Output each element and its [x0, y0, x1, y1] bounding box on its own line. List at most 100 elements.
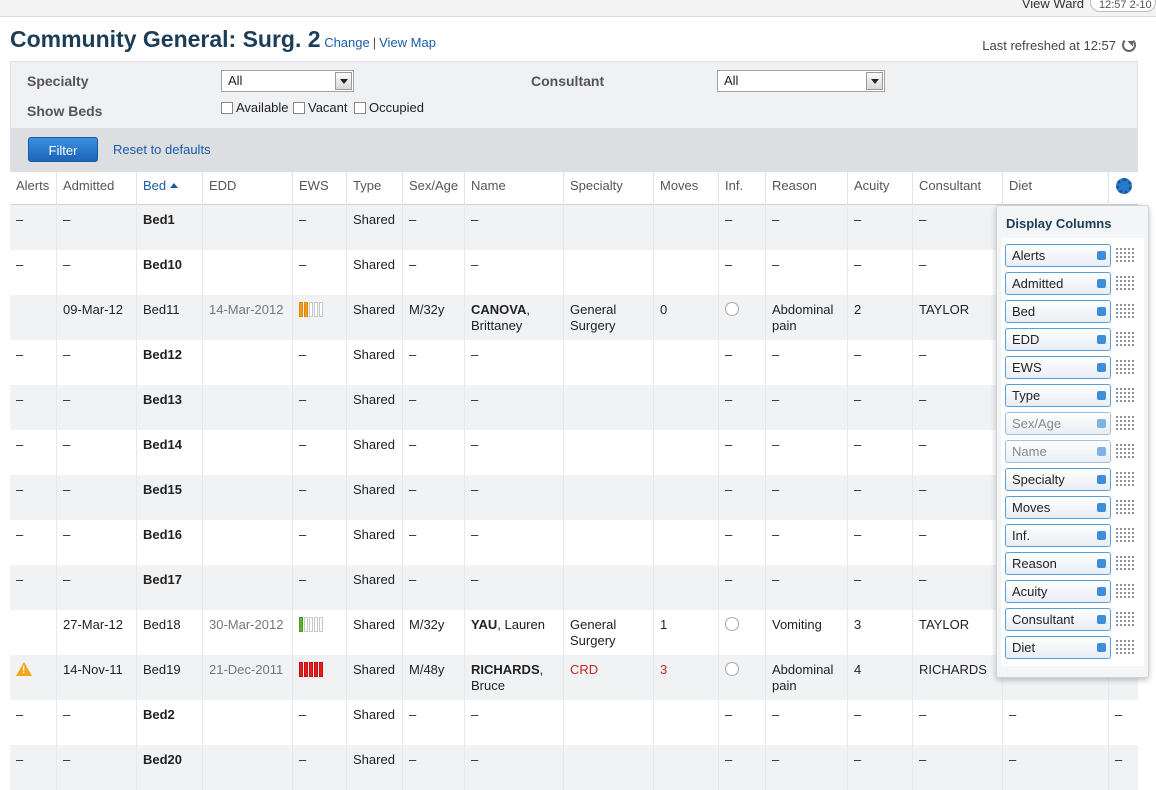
- column-header-consultant[interactable]: Consultant: [913, 172, 1003, 205]
- display-column-toggle-reason[interactable]: Reason: [1005, 552, 1111, 575]
- display-column-toggle-admitted[interactable]: Admitted: [1005, 272, 1111, 295]
- display-column-toggle-ews[interactable]: EWS: [1005, 356, 1111, 379]
- cell-value: –: [919, 707, 927, 722]
- checkbox-available[interactable]: Available: [221, 100, 289, 115]
- cell-alert: –: [10, 475, 57, 520]
- table-row[interactable]: – – Bed10– Shared – – – – – –: [10, 250, 1138, 295]
- ews-bar: [304, 302, 308, 317]
- toggle-icon[interactable]: [1097, 587, 1106, 596]
- column-header-diet[interactable]: Diet: [1003, 172, 1109, 205]
- toggle-icon[interactable]: [1097, 279, 1106, 288]
- table-row[interactable]: – – Bed20– Shared – – – – – – – –: [10, 745, 1138, 790]
- filter-button[interactable]: Filter: [28, 137, 98, 162]
- toggle-icon[interactable]: [1097, 447, 1106, 456]
- cell-value: –: [409, 257, 417, 272]
- drag-handle-icon[interactable]: [1115, 275, 1135, 291]
- view-ward-link[interactable]: View Ward: [1022, 0, 1084, 11]
- display-column-toggle-inf[interactable]: Inf.: [1005, 524, 1111, 547]
- toggle-icon[interactable]: [1097, 307, 1106, 316]
- column-header-bed[interactable]: Bed: [137, 172, 203, 205]
- drag-handle-icon[interactable]: [1115, 611, 1135, 627]
- column-header-type[interactable]: Type: [347, 172, 403, 205]
- cell-value: –: [63, 572, 71, 587]
- cell-value: –: [299, 752, 307, 767]
- refresh-icon[interactable]: [1122, 38, 1136, 52]
- toggle-icon[interactable]: [1097, 363, 1106, 372]
- table-row[interactable]: – – Bed15– Shared – – – – – –: [10, 475, 1138, 520]
- display-column-toggle-sexage[interactable]: Sex/Age: [1005, 412, 1111, 435]
- change-link[interactable]: Change: [324, 35, 370, 50]
- cell-specialty: [564, 565, 654, 610]
- toggle-icon[interactable]: [1097, 643, 1106, 652]
- table-row[interactable]: 09-Mar-12 Bed11 14-Mar-2012 Shared M/32y CANO…: [10, 295, 1138, 340]
- display-column-toggle-edd[interactable]: EDD: [1005, 328, 1111, 351]
- reset-to-defaults-link[interactable]: Reset to defaults: [113, 142, 211, 157]
- table-row[interactable]: – – Bed14– Shared – – – – – –: [10, 430, 1138, 475]
- toggle-icon[interactable]: [1097, 615, 1106, 624]
- gear-icon[interactable]: [1116, 178, 1132, 194]
- column-header-name[interactable]: Name: [465, 172, 564, 205]
- drag-handle-icon[interactable]: [1115, 471, 1135, 487]
- checkbox-box[interactable]: [354, 102, 366, 114]
- display-column-toggle-alerts[interactable]: Alerts: [1005, 244, 1111, 267]
- drag-handle-icon[interactable]: [1115, 303, 1135, 319]
- display-column-toggle-moves[interactable]: Moves: [1005, 496, 1111, 519]
- display-column-toggle-consultant[interactable]: Consultant: [1005, 608, 1111, 631]
- toggle-icon[interactable]: [1097, 251, 1106, 260]
- specialty-select[interactable]: All: [221, 70, 354, 92]
- table-row[interactable]: – – Bed1– Shared – – – – – –: [10, 205, 1138, 250]
- last-refreshed-text: Last refreshed at 12:57: [982, 38, 1116, 53]
- column-header-admitted[interactable]: Admitted: [57, 172, 137, 205]
- toggle-icon[interactable]: [1097, 391, 1106, 400]
- display-column-toggle-acuity[interactable]: Acuity: [1005, 580, 1111, 603]
- toggle-icon[interactable]: [1097, 419, 1106, 428]
- column-header-edd[interactable]: EDD: [203, 172, 293, 205]
- drag-handle-icon[interactable]: [1115, 331, 1135, 347]
- drag-handle-icon[interactable]: [1115, 499, 1135, 515]
- checkbox-occupied[interactable]: Occupied: [354, 100, 424, 115]
- drag-handle-icon[interactable]: [1115, 555, 1135, 571]
- toggle-icon[interactable]: [1097, 531, 1106, 540]
- display-column-toggle-diet[interactable]: Diet: [1005, 636, 1111, 659]
- drag-handle-icon[interactable]: [1115, 387, 1135, 403]
- checkbox-box[interactable]: [221, 102, 233, 114]
- toggle-icon[interactable]: [1097, 559, 1106, 568]
- toggle-icon[interactable]: [1097, 503, 1106, 512]
- column-header-specialty[interactable]: Specialty: [564, 172, 654, 205]
- table-row[interactable]: – – Bed2– Shared – – – – – – – –: [10, 700, 1138, 745]
- cell-value: –: [471, 527, 479, 542]
- table-row[interactable]: – – Bed12– Shared – – – – – –: [10, 340, 1138, 385]
- view-map-link[interactable]: View Map: [379, 35, 436, 50]
- table-row[interactable]: 14-Nov-11 Bed19 21-Dec-2011 Shared M/48y RICH…: [10, 655, 1138, 700]
- cell-value: –: [919, 482, 927, 497]
- drag-handle-icon[interactable]: [1115, 415, 1135, 431]
- cell-value: –: [772, 392, 780, 407]
- table-row[interactable]: – – Bed13– Shared – – – – – –: [10, 385, 1138, 430]
- table-row[interactable]: – – Bed16– Shared – – – – – –: [10, 520, 1138, 565]
- checkbox-vacant[interactable]: Vacant: [293, 100, 348, 115]
- column-header-reason[interactable]: Reason: [766, 172, 848, 205]
- column-header-ews[interactable]: EWS: [293, 172, 347, 205]
- column-header-inf[interactable]: Inf.: [719, 172, 766, 205]
- display-column-toggle-type[interactable]: Type: [1005, 384, 1111, 407]
- table-row[interactable]: – – Bed17– Shared – – – – – –: [10, 565, 1138, 610]
- drag-handle-icon[interactable]: [1115, 527, 1135, 543]
- column-header-moves[interactable]: Moves: [654, 172, 719, 205]
- column-header-acuity[interactable]: Acuity: [848, 172, 913, 205]
- display-column-toggle-specialty[interactable]: Specialty: [1005, 468, 1111, 491]
- cell-value: M/48y: [409, 662, 445, 677]
- drag-handle-icon[interactable]: [1115, 247, 1135, 263]
- table-row[interactable]: 27-Mar-12 Bed18 30-Mar-2012 Shared M/32y YAU,…: [10, 610, 1138, 655]
- drag-handle-icon[interactable]: [1115, 639, 1135, 655]
- toggle-icon[interactable]: [1097, 335, 1106, 344]
- consultant-select[interactable]: All: [717, 70, 885, 92]
- column-header-sexage[interactable]: Sex/Age: [403, 172, 465, 205]
- drag-handle-icon[interactable]: [1115, 443, 1135, 459]
- checkbox-box[interactable]: [293, 102, 305, 114]
- drag-handle-icon[interactable]: [1115, 583, 1135, 599]
- toggle-icon[interactable]: [1097, 475, 1106, 484]
- display-column-toggle-name[interactable]: Name: [1005, 440, 1111, 463]
- display-column-toggle-bed[interactable]: Bed: [1005, 300, 1111, 323]
- drag-handle-icon[interactable]: [1115, 359, 1135, 375]
- column-header-alerts[interactable]: Alerts: [10, 172, 57, 205]
